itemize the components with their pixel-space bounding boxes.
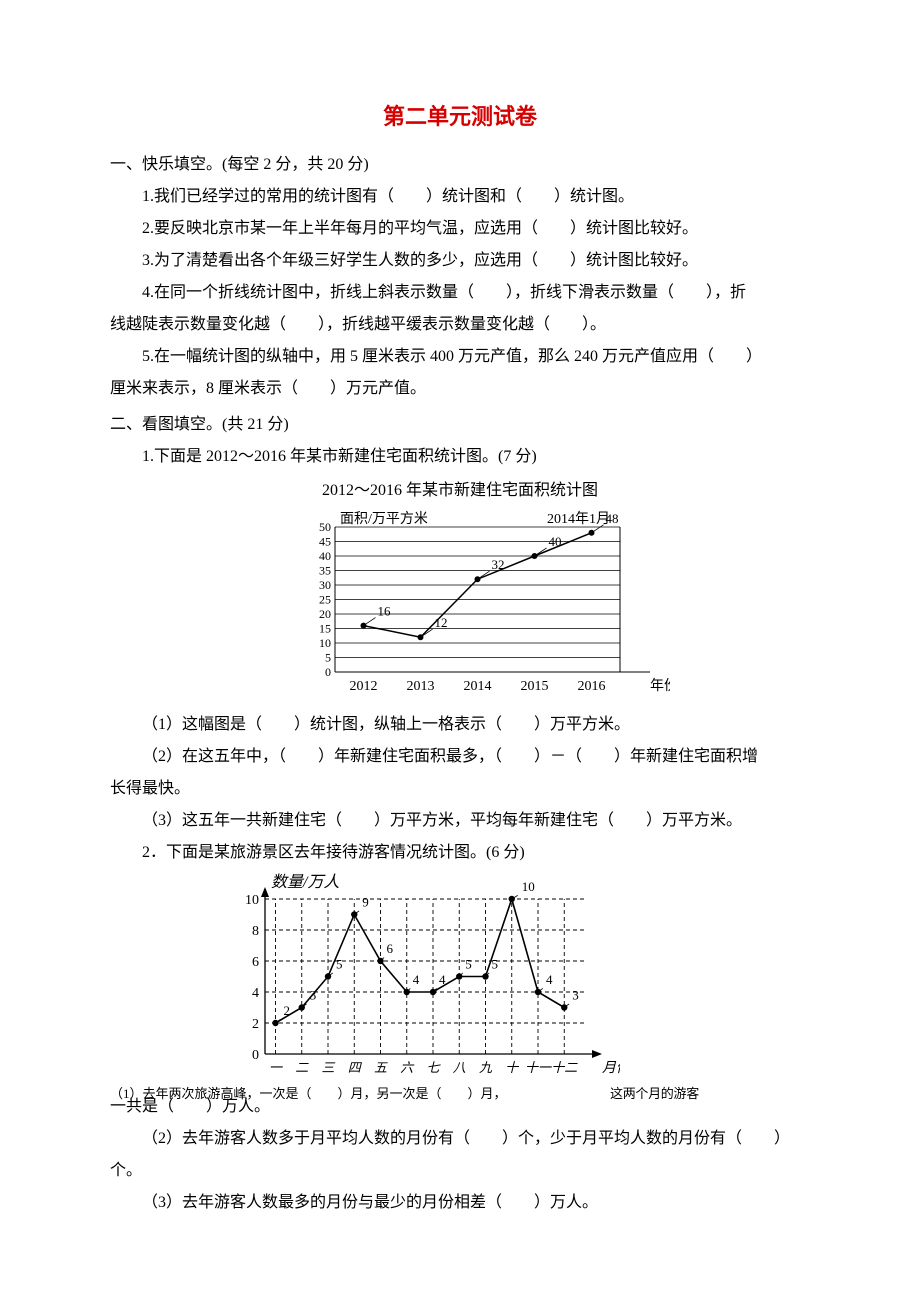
q2-1-2a: （2）在这五年中，（ ）年新建住宅面积最多，（ ）－（ ）年新建住宅面积增 [110,741,810,773]
svg-text:2016: 2016 [578,679,606,694]
svg-text:七: 七 [426,1060,441,1075]
svg-text:3: 3 [310,988,317,1003]
section-2-heading: 二、看图填空。(共 21 分) [110,409,810,441]
q2-2: 2．下面是某旅游景区去年接待游客情况统计图。(6 分) [110,837,810,869]
svg-text:40: 40 [319,549,331,563]
q1-4b: 线越陡表示数量变化越（ ），折线越平缓表示数量变化越（ ）。 [110,309,810,341]
svg-text:六: 六 [400,1060,415,1075]
svg-text:6: 6 [387,941,394,956]
q2-2-3: （3）去年游客人数最多的月份与最少的月份相差（ ）万人。 [110,1187,810,1219]
svg-text:48: 48 [606,511,619,526]
svg-text:十二: 十二 [551,1060,578,1075]
svg-text:9: 9 [362,895,369,910]
svg-text:10: 10 [245,893,259,908]
q2-2-2a: （2）去年游客人数多于月平均人数的月份有（ ）个，少于月平均人数的月份有（ ） [110,1123,810,1155]
svg-text:4: 4 [439,972,446,987]
svg-text:10: 10 [522,879,535,894]
q1-3: 3.为了清楚看出各个年级三好学生人数的多少，应选用（ ）统计图比较好。 [110,245,810,277]
q2-2-2b: 个。 [110,1155,810,1187]
chart1: 0510152025303540455020122013201420152016… [290,507,810,709]
chart1-title: 2012～2016 年某市新建住宅面积统计图 [110,475,810,507]
q2-1-3: （3）这五年一共新建住宅（ ）万平方米，平均每年新建住宅（ ）万平方米。 [110,805,810,837]
svg-text:30: 30 [319,578,331,592]
q1-5a: 5.在一幅统计图的纵轴中，用 5 厘米表示 400 万元产值，那么 240 万元… [110,341,810,373]
svg-text:2013: 2013 [407,679,435,694]
q2-2-1a: （1）去年两次旅游高峰，一次是（ ）月，另一次是（ ）月， [110,1081,507,1107]
svg-text:12: 12 [435,615,448,630]
svg-text:二: 二 [295,1060,309,1075]
svg-text:0: 0 [325,665,331,679]
svg-text:35: 35 [319,564,331,578]
svg-text:4: 4 [252,986,259,1001]
svg-text:5: 5 [465,957,472,972]
svg-text:九: 九 [479,1060,493,1075]
svg-text:年份: 年份 [650,678,670,694]
svg-text:4: 4 [546,972,553,987]
q1-2: 2.要反映北京市某一年上半年每月的平均气温，应选用（ ）统计图比较好。 [110,213,810,245]
svg-text:0: 0 [252,1048,259,1063]
svg-text:五: 五 [374,1060,388,1075]
svg-text:5: 5 [336,957,343,972]
q1-1: 1.我们已经学过的常用的统计图有（ ）统计图和（ ）统计图。 [110,181,810,213]
svg-text:15: 15 [319,622,331,636]
q2-1-1: （1）这幅图是（ ）统计图，纵轴上一格表示（ ）万平方米。 [110,709,810,741]
svg-text:2: 2 [284,1003,291,1018]
svg-text:2012: 2012 [350,679,378,694]
svg-text:40: 40 [549,534,562,549]
svg-text:8: 8 [252,924,259,939]
svg-text:3: 3 [572,988,579,1003]
svg-text:6: 6 [252,955,259,970]
svg-text:2014: 2014 [464,679,492,694]
q1-4a: 4.在同一个折线统计图中，折线上斜表示数量（ ），折线下滑表示数量（ ），折 [110,277,810,309]
svg-text:5: 5 [492,957,499,972]
section-1-heading: 一、快乐填空。(每空 2 分，共 20 分) [110,149,810,181]
svg-text:三: 三 [321,1060,335,1075]
svg-text:25: 25 [319,593,331,607]
q2-1: 1.下面是 2012～2016 年某市新建住宅面积统计图。(7 分) [110,441,810,473]
svg-text:16: 16 [378,604,392,619]
svg-text:十一: 十一 [525,1060,552,1075]
svg-text:四: 四 [348,1060,363,1075]
q2-2-1b: 这两个月的游客 [610,1081,699,1107]
svg-text:十: 十 [505,1060,519,1075]
svg-text:2014年1月: 2014年1月 [547,511,610,527]
svg-text:面积/万平方米: 面积/万平方米 [340,511,428,527]
svg-text:32: 32 [492,557,505,572]
svg-text:月份: 月份 [602,1060,620,1076]
svg-text:45: 45 [319,535,331,549]
svg-text:2015: 2015 [521,679,549,694]
svg-text:2: 2 [252,1017,259,1032]
svg-text:一: 一 [269,1060,283,1075]
q1-5b: 厘米来表示，8 厘米表示（ ）万元产值。 [110,373,810,405]
svg-text:八: 八 [453,1060,466,1075]
svg-text:4: 4 [413,972,420,987]
svg-text:20: 20 [319,607,331,621]
svg-text:50: 50 [319,520,331,534]
svg-text:数量/万人: 数量/万人 [271,873,339,891]
chart2: 0 2 4 6 8 10 一二三四五六七八九十十一十二 月份 数量/万人 2 3 5 9 6 4 4 5 5 10 4… [220,869,810,1091]
svg-text:5: 5 [325,651,331,665]
q2-1-2b: 长得最快。 [110,773,810,805]
page-title: 第二单元测试卷 [110,95,810,139]
svg-text:10: 10 [319,636,331,650]
